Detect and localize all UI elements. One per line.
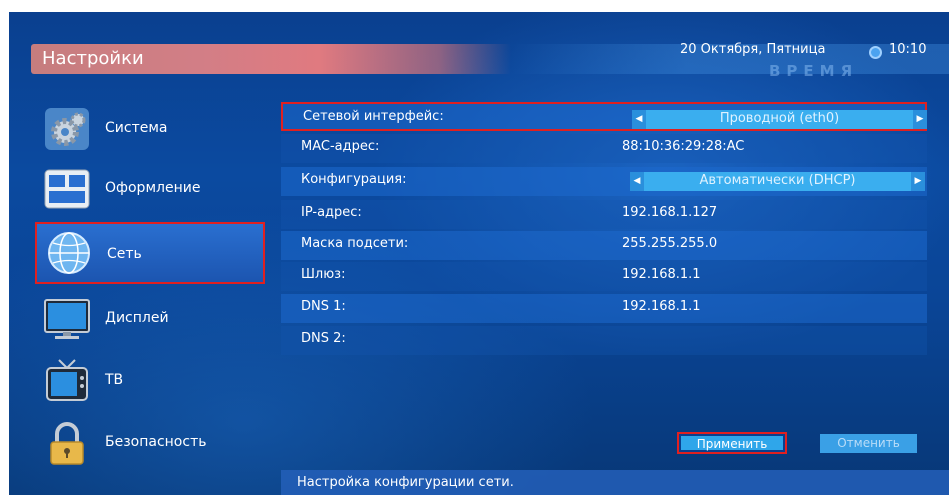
display-icon (44, 299, 90, 339)
arrow-right-icon[interactable]: ▶ (913, 110, 927, 129)
row-mac-address: MAC-адрес: 88:10:36:29:28:AC (281, 134, 927, 163)
brand-watermark: ВРЕМЯ (769, 62, 859, 80)
row-value: 88:10:36:29:28:AC (622, 139, 745, 154)
row-label: Шлюз: (301, 267, 346, 282)
top-border (9, 0, 949, 12)
sidebar-item-display[interactable]: Дисплей (35, 290, 265, 348)
apply-button[interactable]: Применить (677, 432, 787, 454)
row-label: IP-адрес: (301, 205, 362, 220)
arrow-left-icon[interactable]: ◀ (630, 172, 644, 191)
sidebar-item-system[interactable]: Система (35, 100, 265, 158)
row-dns2: DNS 2: (281, 326, 927, 355)
status-bar: Настройка конфигурации сети. (281, 470, 949, 495)
arrow-left-icon[interactable]: ◀ (632, 110, 646, 129)
settings-screen: Настройки 20 Октября, Пятница 10:10 ВРЕМ… (9, 0, 949, 495)
date-display: 20 Октября, Пятница (680, 42, 826, 57)
sidebar-item-label: ТВ (105, 372, 124, 388)
cancel-button[interactable]: Отменить (820, 434, 917, 453)
interface-selector[interactable]: ◀ Проводной (eth0) ▶ (632, 110, 927, 129)
page-title: Настройки (42, 48, 144, 69)
sidebar-item-security[interactable]: Безопасность (35, 414, 265, 472)
row-label: MAC-адрес: (301, 139, 380, 154)
sidebar-item-tv[interactable]: ТВ (35, 352, 265, 410)
row-configuration[interactable]: Конфигурация: ◀ Автоматически (DHCP) ▶ (281, 167, 927, 196)
gear-icon (45, 108, 89, 150)
sidebar-item-label: Безопасность (105, 434, 207, 450)
sidebar-item-label: Сеть (107, 246, 142, 262)
sidebar-item-label: Дисплей (105, 310, 169, 326)
arrow-right-icon[interactable]: ▶ (911, 172, 925, 191)
row-label: DNS 1: (301, 299, 346, 314)
sidebar-item-appearance[interactable]: Оформление (35, 160, 265, 218)
sidebar-item-label: Оформление (105, 180, 201, 196)
row-value: 192.168.1.1 (622, 299, 701, 314)
time-display: 10:10 (889, 42, 927, 57)
row-value: 192.168.1.127 (622, 205, 718, 220)
row-value: 255.255.255.0 (622, 236, 718, 251)
row-gateway: Шлюз: 192.168.1.1 (281, 262, 927, 291)
row-value: 192.168.1.1 (622, 267, 701, 282)
network-settings-panel: Сетевой интерфейс: ◀ Проводной (eth0) ▶ … (281, 96, 927, 358)
status-text: Настройка конфигурации сети. (297, 475, 514, 490)
selector-value: Проводной (eth0) (719, 111, 840, 126)
title-bar: Настройки (31, 44, 511, 74)
clock-icon (869, 46, 882, 59)
lock-icon (50, 422, 84, 465)
row-label: DNS 2: (301, 331, 346, 346)
globe-icon (48, 232, 90, 274)
row-label: Маска подсети: (301, 236, 409, 251)
appearance-icon (44, 169, 90, 209)
row-dns1: DNS 1: 192.168.1.1 (281, 294, 927, 323)
configuration-selector[interactable]: ◀ Автоматически (DHCP) ▶ (630, 172, 925, 191)
sidebar-item-label: Система (105, 120, 168, 136)
tv-icon (46, 359, 88, 401)
apply-button-label: Применить (681, 436, 783, 451)
selector-value: Автоматически (DHCP) (699, 173, 856, 188)
row-label: Сетевой интерфейс: (303, 109, 444, 124)
row-network-interface[interactable]: Сетевой интерфейс: ◀ Проводной (eth0) ▶ (281, 102, 927, 131)
row-ip-address: IP-адрес: 192.168.1.127 (281, 200, 927, 229)
sidebar-item-network[interactable]: Сеть (35, 222, 265, 284)
row-label: Конфигурация: (301, 172, 407, 187)
row-subnet-mask: Маска подсети: 255.255.255.0 (281, 231, 927, 260)
